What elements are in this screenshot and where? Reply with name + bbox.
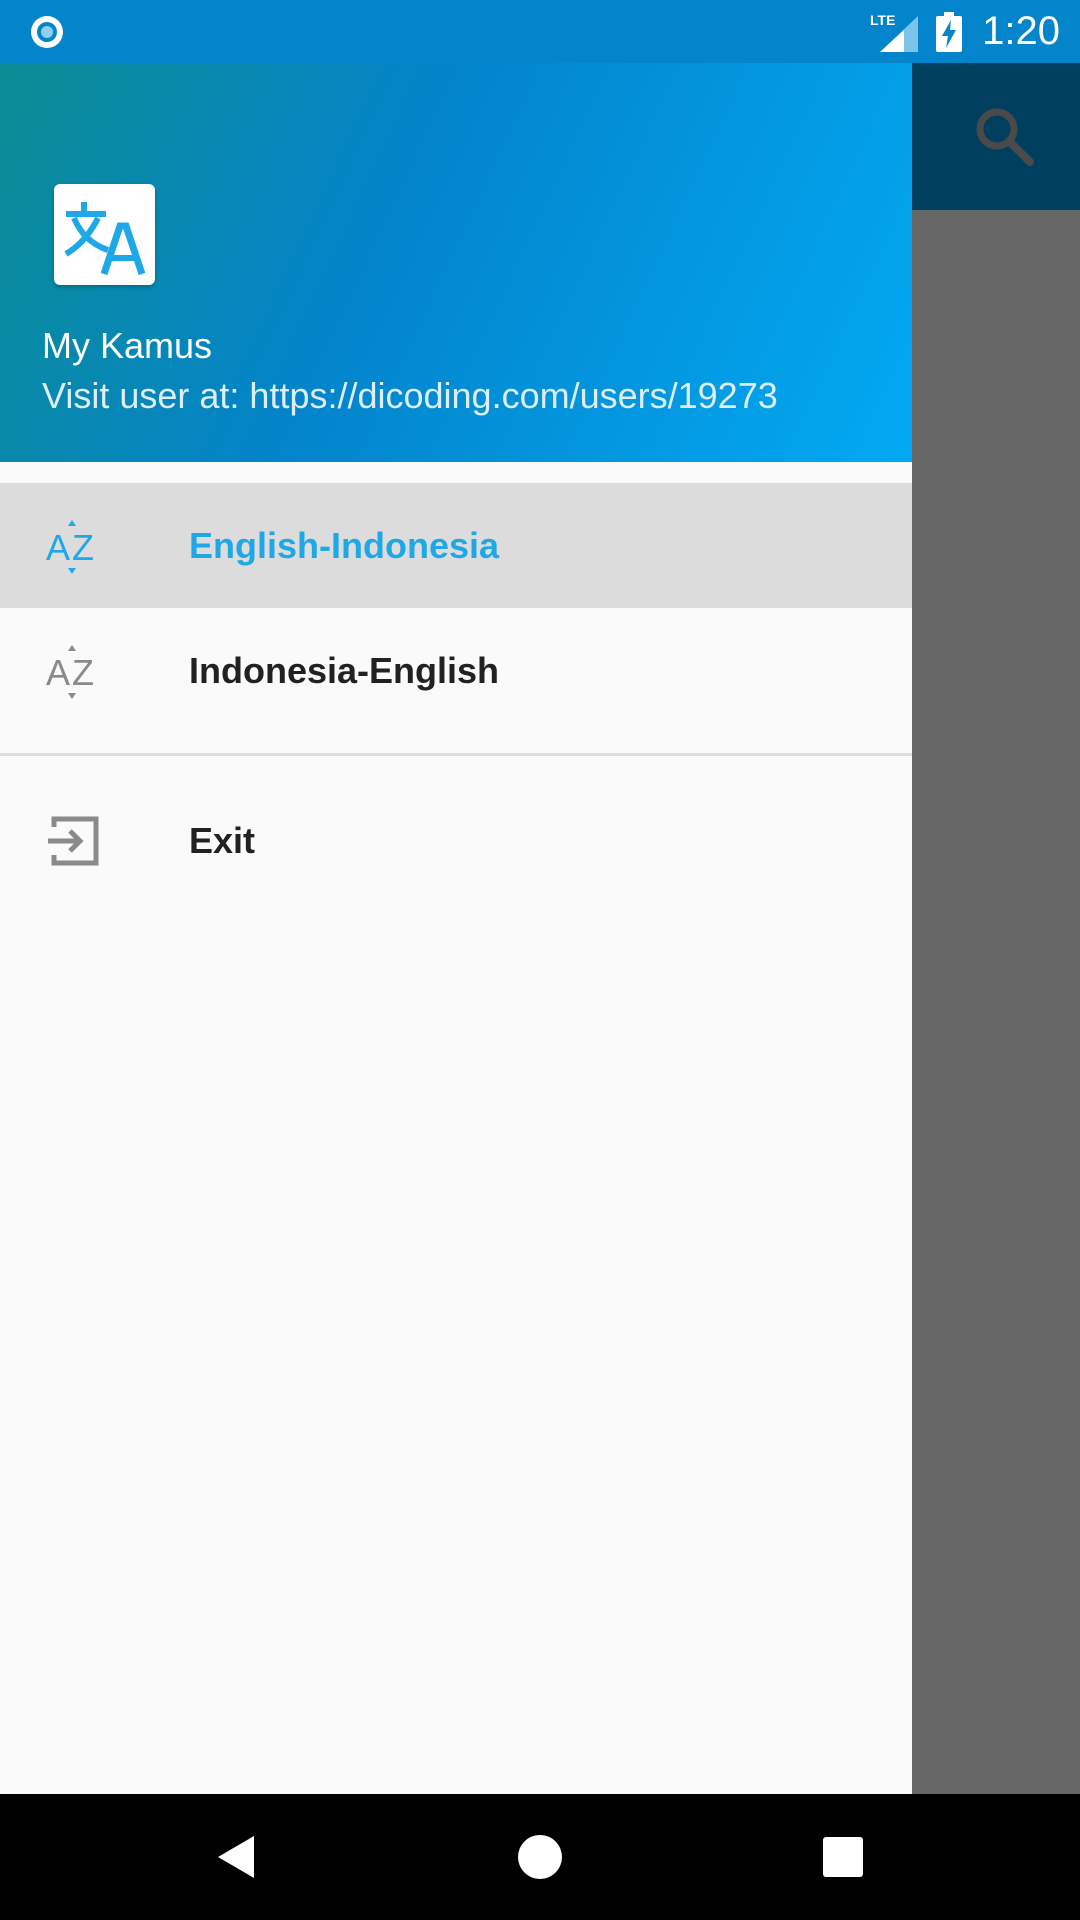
menu-label: English-Indonesia <box>189 524 500 566</box>
status-time: 1:20 <box>982 9 1060 53</box>
home-icon[interactable] <box>515 1832 565 1882</box>
search-icon[interactable] <box>972 104 1036 168</box>
exit-icon <box>48 816 99 866</box>
drawer-subtitle[interactable]: Visit user at: https://dicoding.com/user… <box>42 375 778 417</box>
back-icon[interactable] <box>212 1832 262 1882</box>
drawer-header: My Kamus Visit user at: https://dicoding… <box>0 63 912 462</box>
navigation-drawer: My Kamus Visit user at: https://dicoding… <box>0 63 912 1794</box>
menu-item-indonesia-english[interactable]: A Z Indonesia-English <box>0 608 912 733</box>
menu-label: Exit <box>189 820 256 861</box>
svg-text:Z: Z <box>72 527 94 568</box>
svg-text:LTE: LTE <box>870 12 895 28</box>
sort-az-icon: A Z <box>46 519 94 574</box>
status-bar: LTE 1:20 <box>0 0 1080 63</box>
menu-item-english-indonesia[interactable]: A Z English-Indonesia <box>0 483 912 608</box>
drawer-menu: A Z English-Indonesia A Z Indonesia-Engl… <box>0 483 912 906</box>
menu-divider <box>0 753 912 756</box>
navigation-bar <box>0 1794 1080 1920</box>
lte-signal-icon: LTE <box>870 12 920 52</box>
status-icons: LTE 1:20 <box>870 0 1060 63</box>
svg-text:Z: Z <box>72 652 94 693</box>
svg-text:A: A <box>46 527 70 568</box>
recents-icon[interactable] <box>818 1832 868 1882</box>
drawer-title: My Kamus <box>42 325 213 366</box>
sort-az-icon: A Z <box>46 644 94 699</box>
battery-charging-icon <box>936 11 963 52</box>
notification-dot-icon <box>31 16 63 48</box>
menu-label: Indonesia-English <box>189 649 500 691</box>
translate-icon <box>54 184 155 285</box>
menu-item-exit[interactable]: Exit <box>0 776 912 906</box>
svg-text:A: A <box>46 652 70 693</box>
